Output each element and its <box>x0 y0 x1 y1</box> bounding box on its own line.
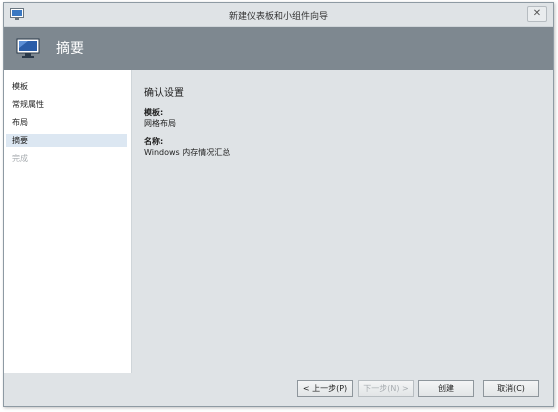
wizard-window: 新建仪表板和小组件向导 ✕ 摘要 模板 常规属性 布局 摘要 完成 确认设置 模… <box>3 2 554 407</box>
sidebar-item-completion: 完成 <box>4 152 131 165</box>
previous-button[interactable]: < 上一步(P) <box>297 380 353 397</box>
title-bar: 新建仪表板和小组件向导 ✕ <box>4 3 553 27</box>
monitor-icon <box>16 36 40 60</box>
close-button[interactable]: ✕ <box>527 6 547 22</box>
wizard-steps-sidebar: 模板 常规属性 布局 摘要 完成 <box>4 70 132 373</box>
template-field-value: 网格布局 <box>144 119 176 128</box>
name-field-value: Windows 内存情况汇总 <box>144 148 231 157</box>
sidebar-item-layout[interactable]: 布局 <box>4 116 131 129</box>
cancel-button[interactable]: 取消(C) <box>483 380 539 397</box>
section-title: 确认设置 <box>144 88 184 99</box>
template-field-label: 模板: <box>144 108 164 117</box>
sidebar-item-label: 布局 <box>12 118 28 127</box>
next-button: 下一步(N) > <box>358 380 414 397</box>
create-button[interactable]: 创建 <box>418 380 474 397</box>
wizard-header: 摘要 <box>4 27 553 70</box>
sidebar-item-summary[interactable]: 摘要 <box>6 134 127 147</box>
summary-panel: 确认设置 模板: 网格布局 名称: Windows 内存情况汇总 <box>133 70 553 373</box>
sidebar-item-template[interactable]: 模板 <box>4 80 131 93</box>
sidebar-item-label: 摘要 <box>12 136 28 145</box>
page-title: 摘要 <box>56 41 84 57</box>
name-field-label: 名称: <box>144 137 164 146</box>
window-title: 新建仪表板和小组件向导 <box>228 12 328 22</box>
close-icon: ✕ <box>532 8 542 19</box>
sidebar-item-label: 常规属性 <box>12 100 44 109</box>
wizard-footer: < 上一步(P) 下一步(N) > 创建 取消(C) <box>4 373 553 406</box>
sidebar-item-label: 模板 <box>12 82 28 91</box>
sidebar-item-general-properties[interactable]: 常规属性 <box>4 98 131 111</box>
sidebar-item-label: 完成 <box>12 154 28 163</box>
